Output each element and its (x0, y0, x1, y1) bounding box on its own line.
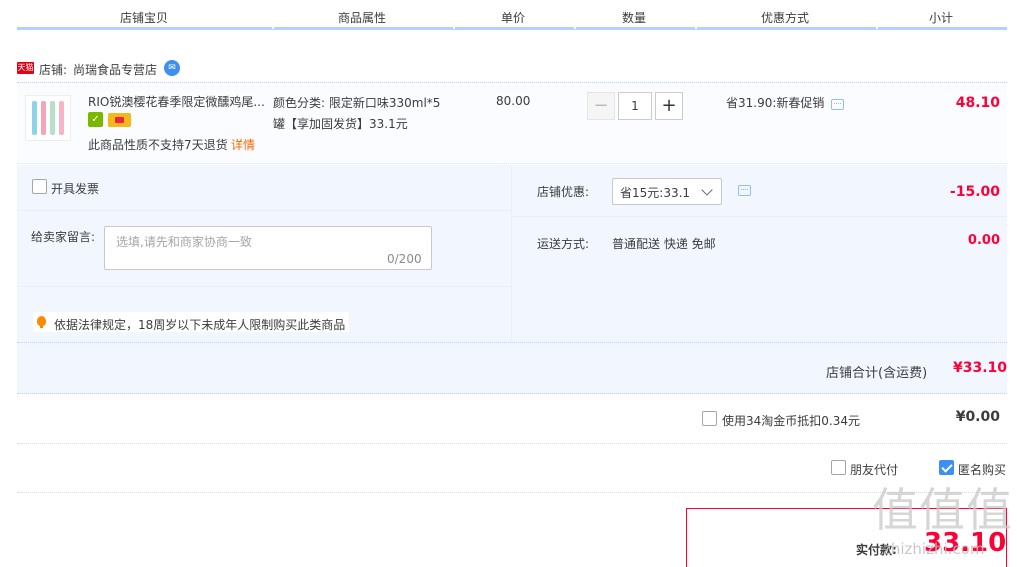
header-divider (272, 26, 274, 29)
quantity-increase-button[interactable]: + (655, 92, 683, 120)
shop-total-amount: ¥33.10 (952, 360, 1007, 376)
detail-link[interactable]: 详情 (231, 136, 255, 153)
shop-discount-amount: -15.00 (949, 184, 1000, 200)
col-promotion: 优惠方式 (761, 11, 810, 25)
product-title-link[interactable]: RIO锐澳樱花春季限定微醺鸡尾... (88, 93, 268, 110)
invoice-checkbox[interactable] (32, 179, 47, 194)
header-divider (574, 26, 576, 29)
promo-info-icon[interactable] (831, 99, 844, 110)
invoice-label: 开具发票 (51, 182, 100, 196)
shop-name-link[interactable]: 尚瑞食品专营店 (73, 61, 157, 78)
divider (17, 443, 1007, 444)
watermark-url: zhizhizhi.com (883, 540, 985, 558)
anonymous-purchase-label: 匿名购买 (958, 463, 1007, 477)
can-icon (50, 101, 55, 135)
divider (512, 216, 1007, 217)
chat-seller-icon[interactable]: ✉ (164, 60, 180, 76)
law-notice-text: 依据法律规定，18周岁以下未成年人限制购买此类商品 (54, 318, 346, 332)
shipping-method: 普通配送 快递 免邮 (612, 237, 716, 251)
header-divider (695, 26, 697, 29)
col-subtotal: 小计 (929, 11, 954, 25)
header-divider (453, 26, 455, 29)
taojinbi-amount: ¥0.00 (955, 409, 1000, 425)
taojinbi-checkbox[interactable] (702, 411, 717, 426)
sku-attributes-line2: 罐【享加固发货】33.1元 (273, 117, 408, 131)
message-placeholder: 选填,请先和商家协商一致 (116, 235, 252, 249)
product-thumbnail[interactable] (25, 95, 71, 141)
message-char-count: 0/200 (387, 252, 422, 266)
message-label: 给卖家留言: (31, 230, 96, 244)
col-attributes: 商品属性 (338, 11, 387, 25)
lightbulb-icon (37, 316, 46, 328)
divider (17, 286, 512, 287)
shop-total-label: 店铺合计(含运费) (826, 366, 928, 381)
header-divider (876, 26, 878, 29)
shipping-label: 运送方式: (537, 237, 590, 251)
divider (17, 210, 512, 211)
taojinbi-label: 使用34淘金币抵扣0.34元 (722, 414, 860, 428)
can-icon (32, 101, 37, 135)
col-quantity: 数量 (622, 11, 647, 25)
credit-card-badge-icon[interactable] (108, 113, 131, 127)
unit-price: 80.00 (496, 94, 531, 108)
friend-pay-checkbox[interactable] (831, 460, 846, 475)
can-icon (41, 101, 46, 135)
guarantee-badge-icon[interactable]: ✓ (88, 112, 103, 127)
sku-attributes: 颜色分类: 限定新口味330ml*5 (273, 96, 441, 110)
tmall-badge: 天猫 (17, 62, 34, 74)
col-shop-item: 店铺宝贝 (120, 11, 169, 25)
shop-label: 店铺: (39, 63, 68, 77)
shipping-amount: 0.00 (967, 233, 1000, 248)
promotion-text: 省31.90:新春促销 (726, 96, 825, 110)
shop-discount-value: 省15元:33.1 (620, 186, 691, 200)
friend-pay-label: 朋友代付 (850, 463, 899, 477)
watermark-logo: 值值值 (872, 483, 1013, 537)
anonymous-purchase-checkbox[interactable] (939, 460, 954, 475)
cart-header: 店铺宝贝 商品属性 单价 数量 优惠方式 小计 (17, 0, 1007, 30)
quantity-decrease-button[interactable]: − (587, 92, 615, 120)
quantity-input[interactable]: 1 (618, 92, 652, 120)
item-subtotal: 48.10 (955, 95, 1000, 111)
col-unit-price: 单价 (501, 11, 526, 25)
no-return-notice: 此商品性质不支持7天退货 (88, 138, 228, 152)
discount-info-icon[interactable] (738, 185, 751, 196)
shop-discount-label: 店铺优惠: (537, 185, 590, 199)
divider (17, 492, 1007, 493)
can-icon (59, 101, 64, 135)
